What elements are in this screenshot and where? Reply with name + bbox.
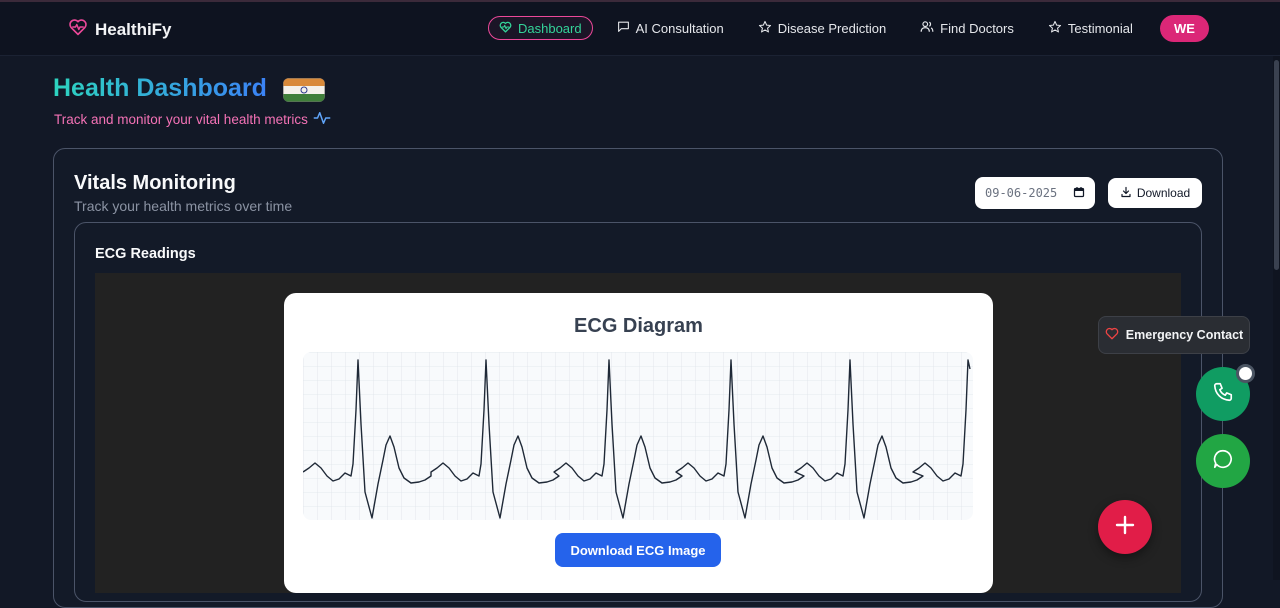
- nav-item-label: Find Doctors: [940, 20, 1014, 36]
- nav-item-label: Testimonial: [1067, 20, 1133, 36]
- user-avatar[interactable]: WE: [1160, 15, 1209, 42]
- download-ecg-button[interactable]: Download ECG Image: [555, 533, 721, 567]
- scrollbar-thumb[interactable]: [1274, 60, 1279, 270]
- heart-pulse-icon: [68, 18, 88, 41]
- vitals-subtitle: Track your health metrics over time: [74, 198, 293, 214]
- emergency-text: Emergency Contact: [1125, 328, 1244, 342]
- calendar-icon[interactable]: [1073, 186, 1085, 201]
- download-icon: [1120, 186, 1132, 201]
- nav-item-dashboard[interactable]: Dashboard: [488, 16, 593, 40]
- india-flag-icon: [283, 78, 325, 102]
- download-button[interactable]: Download: [1108, 178, 1202, 208]
- page-title: Health Dashboard: [53, 74, 267, 102]
- nav-item-label: Dashboard: [518, 20, 582, 36]
- subtitle-text: Track and monitor your vital health metr…: [54, 112, 308, 127]
- star-icon: [758, 20, 772, 37]
- nav-item-disease-prediction[interactable]: Disease Prediction: [748, 16, 896, 40]
- ecg-diagram-title: ECG Diagram: [574, 315, 703, 337]
- users-icon: [920, 20, 934, 36]
- whatsapp-icon: [1212, 448, 1234, 475]
- plus-icon: [1115, 515, 1135, 540]
- date-value: 09-06-2025: [985, 186, 1058, 200]
- nav-item-testimonial[interactable]: Testimonial: [1038, 16, 1143, 40]
- nav-item-ai-consultation[interactable]: AI Consultation: [607, 16, 734, 40]
- vitals-title: Vitals Monitoring: [74, 172, 236, 194]
- nav-menu: Dashboard AI Consultation Disease Predic…: [488, 16, 1157, 40]
- logo[interactable]: HealthiFy: [68, 18, 172, 41]
- ecg-diagram-card: ECG Diagram Download ECG Image: [284, 293, 993, 593]
- nav-item-label: AI Consultation: [635, 20, 724, 36]
- activity-icon: [313, 110, 331, 129]
- status-dot: [1236, 364, 1255, 383]
- add-button[interactable]: [1098, 500, 1152, 554]
- navbar: HealthiFy Dashboard AI Consultation Dise…: [0, 2, 1280, 56]
- nav-item-label: Disease Prediction: [777, 20, 887, 36]
- app-name: HealthiFy: [95, 19, 172, 39]
- ecg-section-title: ECG Readings: [95, 246, 196, 262]
- date-input[interactable]: 09-06-2025: [975, 177, 1095, 209]
- heart-icon: [1105, 327, 1119, 343]
- chat-icon: [617, 20, 630, 36]
- phone-icon: [1212, 381, 1234, 408]
- star-icon: [1048, 20, 1062, 37]
- emergency-contact-label[interactable]: Emergency Contact: [1098, 316, 1250, 354]
- download-label: Download: [1136, 186, 1191, 200]
- page-subtitle: Track and monitor your vital health metr…: [54, 110, 331, 129]
- whatsapp-button[interactable]: [1196, 434, 1250, 488]
- ecg-waveform: [303, 352, 973, 520]
- heart-pulse-icon: [499, 21, 512, 36]
- nav-item-find-doctors[interactable]: Find Doctors: [910, 16, 1024, 40]
